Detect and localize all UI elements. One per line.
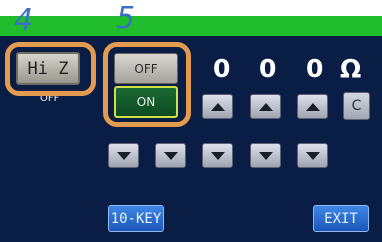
callout-number-4: 4 <box>14 3 34 38</box>
digit-tens: 0 <box>259 54 277 83</box>
up-arrow-icon <box>305 102 320 111</box>
down-arrow-icon <box>258 151 273 160</box>
digit-hundreds-up-button[interactable] <box>202 94 233 119</box>
digit-ones-down-button[interactable] <box>297 143 328 168</box>
down-arrow-icon <box>116 151 131 160</box>
exit-button[interactable]: EXIT <box>313 205 369 232</box>
digit-hundreds-down-button[interactable] <box>202 143 233 168</box>
unit-ohm: Ω <box>340 54 362 83</box>
digit-ones-up-button[interactable] <box>297 94 328 119</box>
down-arrow-icon <box>305 151 320 160</box>
down-button-2[interactable] <box>155 143 186 168</box>
down-button-1[interactable] <box>108 143 139 168</box>
digit-tens-up-button[interactable] <box>250 94 281 119</box>
clear-button[interactable]: C <box>343 92 370 120</box>
title-strip <box>0 16 382 36</box>
ten-key-button[interactable]: 10-KEY <box>108 205 164 232</box>
up-arrow-icon <box>258 102 273 111</box>
digit-tens-down-button[interactable] <box>250 143 281 168</box>
digit-ones: 0 <box>306 54 324 83</box>
callout-number-5: 5 <box>116 1 136 36</box>
hiz-callout-frame <box>5 42 96 96</box>
digit-hundreds: 0 <box>213 54 231 83</box>
down-arrow-icon <box>210 151 225 160</box>
down-arrow-icon <box>163 151 178 160</box>
switch-callout-frame <box>103 42 191 127</box>
up-arrow-icon <box>210 102 225 111</box>
